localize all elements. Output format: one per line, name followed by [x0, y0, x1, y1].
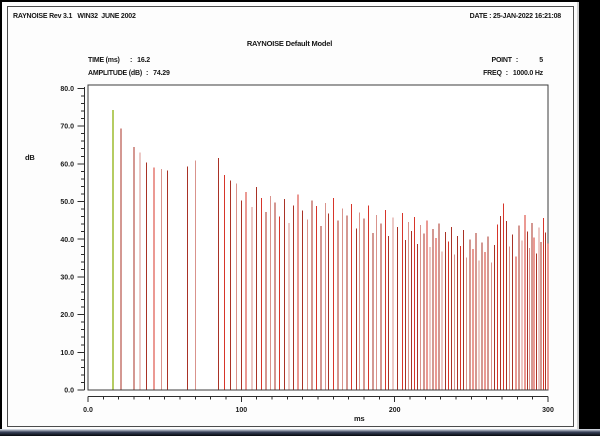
report-page: RAYNOISE Rev 3.1 WIN32 JUNE 2002 DATE : …: [2, 2, 579, 429]
model-title: RAYNOISE Default Model: [2, 39, 577, 48]
freq-value: 1000.0 Hz: [513, 70, 543, 77]
y-tick-label: 10.0: [60, 350, 74, 357]
x-tick-label: 300: [542, 407, 554, 414]
point-freq-readout: POINT:5 FREQ:1000.0 Hz: [483, 57, 543, 77]
freq-readout: FREQ:1000.0 Hz: [483, 70, 543, 77]
amplitude-label: AMPLITUDE (dB): [88, 70, 142, 77]
y-tick-label: 80.0: [60, 86, 74, 93]
freq-label: FREQ: [483, 70, 502, 77]
x-tick-label: 200: [389, 407, 401, 414]
amplitude-value: 74.29: [153, 70, 170, 77]
y-tick-label: 50.0: [60, 199, 74, 206]
time-readout: TIME (ms):16.2: [88, 57, 150, 64]
y-tick-label: 20.0: [60, 312, 74, 319]
point-label: POINT: [491, 57, 511, 64]
y-tick-label: 30.0: [60, 275, 74, 282]
time-value: 16.2: [137, 57, 150, 64]
time-colon: :: [126, 57, 137, 64]
y-tick-label: 60.0: [60, 161, 74, 168]
y-tick-label: 0.0: [64, 388, 74, 395]
freq-colon: :: [502, 70, 513, 77]
point-colon: :: [512, 57, 523, 64]
time-label: TIME (ms): [88, 57, 126, 64]
raynoise-screenshot: { "window": { "header_left": "RAYNOISE R…: [0, 0, 600, 436]
bottom-border-bar: [0, 429, 600, 436]
amplitude-readout: AMPLITUDE (dB):74.29: [88, 70, 170, 77]
x-tick-label: 100: [235, 407, 247, 414]
point-readout: POINT:5: [483, 57, 543, 64]
amplitude-colon: :: [142, 70, 153, 77]
app-version-header: RAYNOISE Rev 3.1 WIN32 JUNE 2002: [13, 13, 136, 20]
y-tick-label: 40.0: [60, 237, 74, 244]
date-header: DATE : 25-JAN-2022 16:21:08: [470, 13, 561, 20]
x-tick-label: 0.0: [83, 407, 93, 414]
echogram-plot[interactable]: 80.0 70.0 60.0 50.0 40.0 30.0 20.0 10.0 0.0 0.0 10…: [2, 78, 579, 428]
y-tick-label: 70.0: [60, 124, 74, 131]
point-value: 5: [523, 57, 543, 64]
